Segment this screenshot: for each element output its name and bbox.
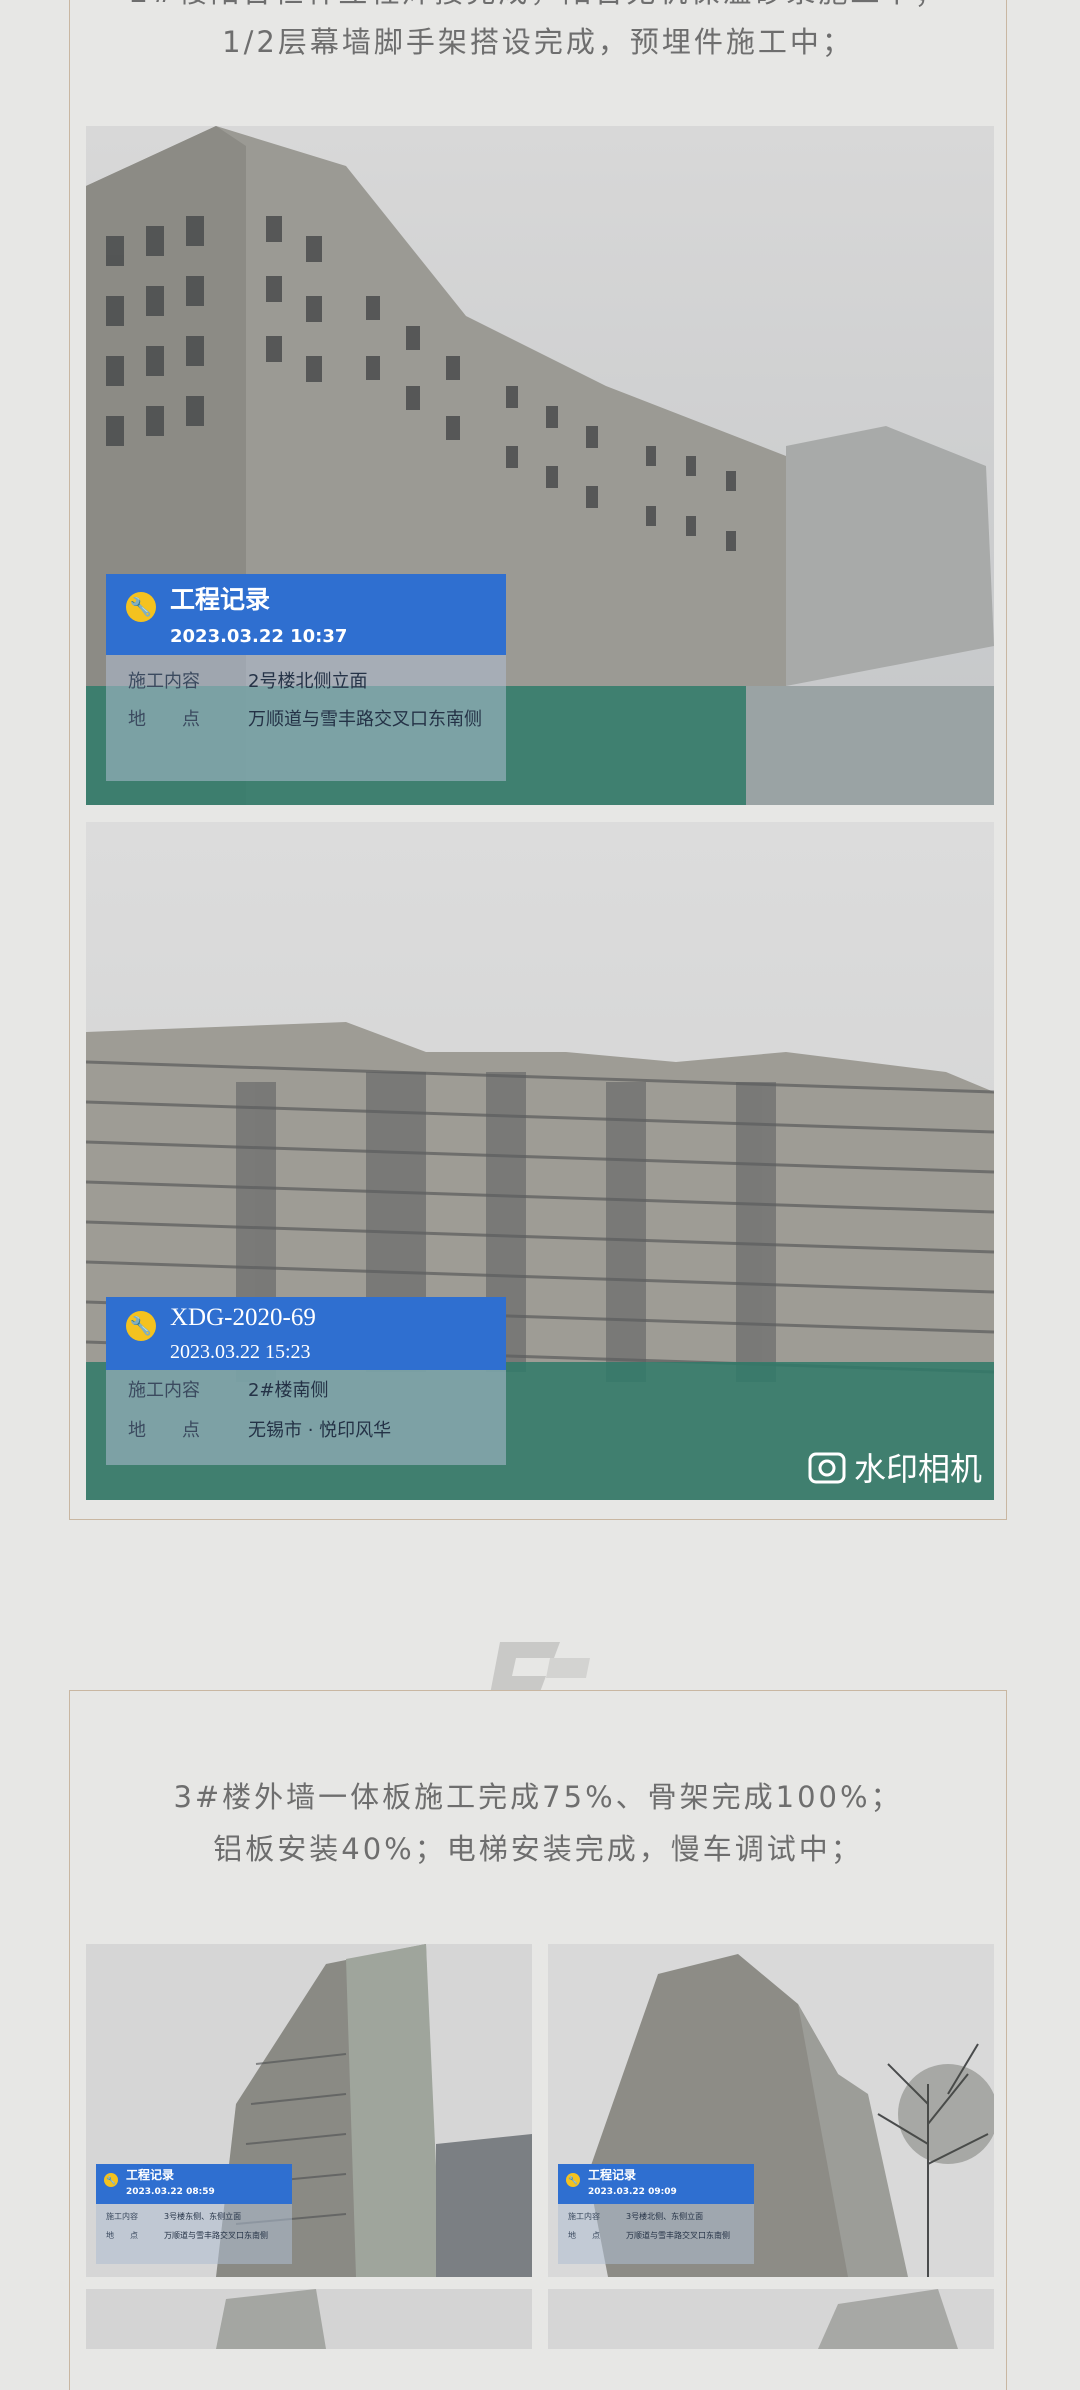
row-value: 2号楼北侧立面 — [248, 671, 368, 692]
wrench-icon: 🔧 — [126, 592, 156, 622]
watermark-header: 🔧 工程记录 2023.03.22 09:09 — [558, 2164, 754, 2204]
construction-photo-6[interactable] — [548, 2289, 994, 2349]
construction-photo-5[interactable] — [86, 2289, 532, 2349]
row-value: 3号楼东侧、东侧立面 — [164, 2212, 242, 2221]
watermark-row-location: 地 点 无锡市 · 悦印风华 — [128, 1418, 488, 1444]
watermark-header: 🔧 XDG-2020-69 2023.03.22 15:23 — [106, 1297, 506, 1370]
row-value: 万顺道与雪丰路交叉口东南侧 — [626, 2231, 730, 2240]
row-value: 万顺道与雪丰路交叉口东南侧 — [248, 709, 482, 730]
caption-line-1: 3#楼外墙一体板施工完成75%、骨架完成100%； — [173, 1780, 903, 1814]
caption-line-2: 1/2层幕墙脚手架搭设完成，预埋件施工中； — [222, 25, 854, 59]
row-key: 地 点 — [106, 2231, 138, 2240]
watermark-header: 🔧 工程记录 2023.03.22 08:59 — [96, 2164, 292, 2204]
watermark-datetime: 2023.03.22 10:37 — [170, 626, 348, 647]
building-scene-6 — [548, 2289, 994, 2349]
watermark-overlay-3: 🔧 工程记录 2023.03.22 08:59 施工内容 3号楼东侧、东侧立面 … — [96, 2164, 292, 2264]
watermark-row-location: 地 点 万顺道与雪丰路交叉口东南侧 — [568, 2230, 746, 2241]
watermark-overlay-1: 🔧 工程记录 2023.03.22 10:37 施工内容 2号楼北侧立面 地 点… — [106, 574, 506, 781]
watermark-row-content: 施工内容 2#楼南侧 — [128, 1378, 488, 1404]
construction-photo-1[interactable]: 🔧 工程记录 2023.03.22 10:37 施工内容 2号楼北侧立面 地 点… — [86, 126, 994, 805]
wrench-icon: 🔧 — [566, 2173, 580, 2187]
caption-line-2: 铝板安装40%；电梯安装完成，慢车调试中； — [213, 1832, 863, 1866]
watermark-title: 工程记录 — [126, 2168, 175, 2182]
camera-watermark: 水印相机 — [808, 1444, 982, 1490]
section-card-1: 2#楼阳台栏杆立柱焊接完成，阳台无机保温砂浆施工中； 1/2层幕墙脚手架搭设完成… — [69, 0, 1007, 1520]
row-key: 地 点 — [128, 709, 200, 730]
watermark-title: XDG-2020-69 — [170, 1304, 316, 1331]
camera-watermark-text: 水印相机 — [853, 1450, 982, 1488]
section-card-2: 3#楼外墙一体板施工完成75%、骨架完成100%； 铝板安装40%；电梯安装完成… — [69, 1690, 1007, 2390]
watermark-datetime: 2023.03.22 09:09 — [588, 2187, 677, 2197]
row-key: 地 点 — [568, 2231, 600, 2240]
row-key: 地 点 — [128, 1420, 200, 1441]
building-scene-5 — [86, 2289, 532, 2349]
row-value: 3号楼北侧、东侧立面 — [626, 2212, 704, 2221]
watermark-row-content: 施工内容 3号楼东侧、东侧立面 — [106, 2210, 284, 2224]
construction-photo-4[interactable]: 🔧 工程记录 2023.03.22 09:09 施工内容 3号楼北侧、东侧立面 … — [548, 1944, 994, 2277]
wrench-icon: 🔧 — [126, 1311, 156, 1341]
construction-photo-3[interactable]: 🔧 工程记录 2023.03.22 08:59 施工内容 3号楼东侧、东侧立面 … — [86, 1944, 532, 2277]
watermark-body: 施工内容 2号楼北侧立面 地 点 万顺道与雪丰路交叉口东南侧 — [106, 655, 506, 781]
row-value: 2#楼南侧 — [248, 1380, 329, 1401]
watermark-overlay-2: 🔧 XDG-2020-69 2023.03.22 15:23 施工内容 2#楼南… — [106, 1297, 506, 1465]
row-key: 施工内容 — [128, 671, 200, 692]
watermark-row-content: 施工内容 2号楼北侧立面 — [128, 667, 488, 697]
watermark-body: 施工内容 3号楼东侧、东侧立面 地 点 万顺道与雪丰路交叉口东南侧 — [96, 2204, 292, 2264]
watermark-datetime: 2023.03.22 08:59 — [126, 2187, 215, 2197]
row-key: 施工内容 — [106, 2212, 138, 2221]
camera-icon — [808, 1452, 846, 1484]
row-key: 施工内容 — [128, 1380, 200, 1401]
watermark-row-location: 地 点 万顺道与雪丰路交叉口东南侧 — [106, 2230, 284, 2241]
row-value: 万顺道与雪丰路交叉口东南侧 — [164, 2231, 268, 2240]
watermark-row-location: 地 点 万顺道与雪丰路交叉口东南侧 — [128, 709, 488, 731]
watermark-overlay-4: 🔧 工程记录 2023.03.22 09:09 施工内容 3号楼北侧、东侧立面 … — [558, 2164, 754, 2264]
watermark-body: 施工内容 3号楼北侧、东侧立面 地 点 万顺道与雪丰路交叉口东南侧 — [558, 2204, 754, 2264]
wrench-icon: 🔧 — [104, 2173, 118, 2187]
watermark-datetime: 2023.03.22 15:23 — [170, 1341, 311, 1363]
watermark-title: 工程记录 — [170, 585, 271, 614]
watermark-body: 施工内容 2#楼南侧 地 点 无锡市 · 悦印风华 — [106, 1370, 506, 1465]
watermark-title: 工程记录 — [588, 2168, 637, 2182]
watermark-row-content: 施工内容 3号楼北侧、东侧立面 — [568, 2210, 746, 2224]
construction-photo-2[interactable]: 🔧 XDG-2020-69 2023.03.22 15:23 施工内容 2#楼南… — [86, 822, 994, 1500]
row-value: 无锡市 · 悦印风华 — [248, 1420, 392, 1441]
row-key: 施工内容 — [568, 2212, 600, 2221]
watermark-header: 🔧 工程记录 2023.03.22 10:37 — [106, 574, 506, 655]
